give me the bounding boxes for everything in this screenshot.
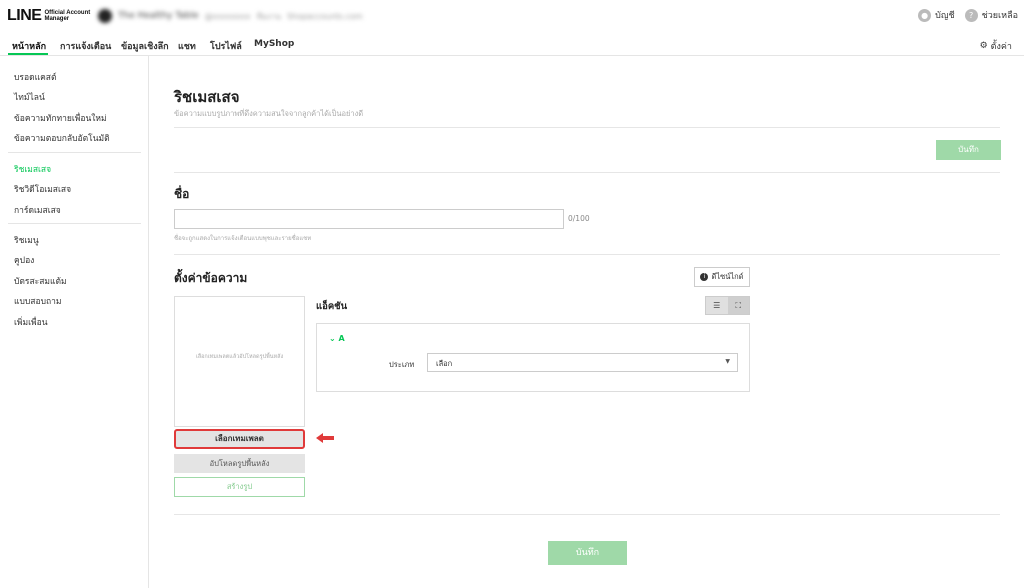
line-oa-logo[interactable]: LINE Official Account Manager — [7, 7, 90, 25]
tab-insights[interactable]: ข้อมูลเชิงลึก — [121, 39, 169, 53]
sidebar-item-auto-reply[interactable]: ข้อความตอบกลับอัตโนมัติ — [14, 131, 110, 145]
account-label: บัญชี — [935, 11, 955, 21]
save-button-bottom[interactable]: บันทึก — [548, 541, 627, 565]
active-tab-indicator — [8, 53, 48, 55]
account-role: ทีมงาน — [256, 11, 281, 21]
message-settings-title: ตั้งค่าข้อความ — [174, 271, 248, 285]
divider — [174, 127, 1000, 128]
top-bar: LINE Official Account Manager The Health… — [0, 0, 1024, 32]
type-select-value: เลือก — [436, 359, 453, 368]
page-subtitle: ข้อความแบบรูปภาพที่ดึงความสนใจจากลูกค้าไ… — [174, 109, 364, 118]
preview-hint: เลือกเทมเพลตแล้วอัปโหลดรูปพื้นหลัง — [195, 354, 284, 360]
action-panel: ⌄ A ประเภท เลือก ▼ — [316, 323, 750, 392]
design-guide-label: ดีไซน์ไกด์ — [711, 272, 744, 281]
caret-down-icon: ▼ — [725, 358, 730, 365]
type-label: ประเภท — [389, 360, 415, 369]
chevron-down-icon: ⌄ — [329, 334, 339, 343]
account-name: The Healthy Table — [118, 11, 199, 21]
name-help-text: ชื่อจะถูกแสดงในการแจ้งเตือนแบบพุชและรายช… — [174, 235, 312, 242]
sidebar-item-reward-card[interactable]: บัตรสะสมแต้ม — [14, 274, 67, 288]
sidebar-item-coupon[interactable]: คูปอง — [14, 253, 34, 267]
action-title: แอ็คชัน — [316, 301, 348, 312]
list-view-icon[interactable]: ☰ — [706, 297, 728, 314]
select-template-button[interactable]: เลือกเทมเพลต — [174, 429, 305, 449]
char-counter: 0/100 — [568, 214, 590, 223]
sidebar-item-rich-message[interactable]: ริชเมสเสจ — [14, 162, 51, 176]
help-menu[interactable]: ? ช่วยเหลือ — [964, 8, 1018, 22]
sidebar-divider — [8, 223, 141, 224]
settings-link[interactable]: ⚙ ตั้งค่า — [980, 39, 1012, 53]
tab-profile[interactable]: โปรไฟล์ — [210, 39, 242, 53]
image-preview-area: เลือกเทมเพลตแล้วอัปโหลดรูปพื้นหลัง — [174, 296, 305, 427]
main-content: ริชเมสเสจ ข้อความแบบรูปภาพที่ดึงความสนใจ… — [150, 56, 1024, 588]
sidebar-item-card-message[interactable]: การ์ดเมสเสจ — [14, 203, 61, 217]
name-input[interactable] — [174, 209, 564, 229]
account-company: Shopaccounts.com — [286, 11, 363, 21]
sidebar-item-rich-video[interactable]: ริชวิดีโอเมสเสจ — [14, 182, 71, 196]
account-avatar — [98, 9, 112, 23]
user-icon: ● — [918, 8, 932, 22]
name-section-title: ชื่อ — [174, 187, 190, 201]
divider — [174, 514, 1000, 515]
sidebar-divider — [8, 152, 141, 153]
page-title: ริชเมสเสจ — [174, 88, 240, 106]
settings-label: ตั้งค่า — [990, 42, 1012, 52]
create-image-button[interactable]: สร้างรูป — [174, 477, 305, 497]
account-menu[interactable]: ● บัญชี — [918, 8, 955, 22]
view-toggle: ☰ ⛶ — [705, 296, 750, 315]
sidebar: บรอดแคสต์ ไทม์ไลน์ ข้อความทักทายเพื่อนให… — [0, 56, 149, 588]
red-arrow-icon — [316, 433, 334, 443]
top-right-menu: ● บัญชี ? ช่วยเหลือ — [918, 8, 1018, 22]
help-label: ช่วยเหลือ — [981, 11, 1018, 21]
expand-view-icon[interactable]: ⛶ — [727, 297, 749, 314]
help-icon: ? — [964, 8, 978, 22]
main-nav: หน้าหลัก การแจ้งเตือน ข้อมูลเชิงลึก แชท … — [0, 32, 1024, 56]
info-icon: i — [700, 273, 709, 281]
sidebar-item-rich-menu[interactable]: ริชเมนู — [14, 233, 39, 247]
action-item-a[interactable]: ⌄ A — [329, 334, 345, 343]
sidebar-item-add-friends[interactable]: เพิ่มเพื่อน — [14, 315, 48, 329]
divider — [174, 172, 1000, 173]
sidebar-item-broadcast[interactable]: บรอดแคสต์ — [14, 70, 56, 84]
logo-subtitle: Official Account Manager — [44, 9, 91, 23]
tab-myshop[interactable]: MyShop — [254, 39, 294, 49]
action-type-select[interactable]: เลือก ▼ — [427, 353, 738, 372]
save-button-top[interactable]: บันทึก — [936, 140, 1001, 160]
sidebar-item-greeting[interactable]: ข้อความทักทายเพื่อนใหม่ — [14, 111, 107, 125]
tab-notifications[interactable]: การแจ้งเตือน — [60, 39, 111, 53]
gear-icon: ⚙ — [979, 41, 988, 51]
tab-chat[interactable]: แชท — [178, 39, 196, 53]
design-guide-button[interactable]: i ดีไซน์ไกด์ — [694, 267, 750, 287]
tab-home[interactable]: หน้าหลัก — [12, 39, 46, 53]
account-switcher[interactable]: The Healthy Table @xxxxxxxx ทีมงาน Shopa… — [98, 9, 363, 23]
account-id: @xxxxxxxx — [204, 11, 251, 21]
divider — [174, 254, 1000, 255]
logo-text: LINE — [7, 7, 42, 24]
sidebar-item-survey[interactable]: แบบสอบถาม — [14, 294, 61, 308]
sidebar-item-timeline[interactable]: ไทม์ไลน์ — [14, 90, 45, 104]
upload-background-button[interactable]: อัปโหลดรูปพื้นหลัง — [174, 454, 305, 473]
